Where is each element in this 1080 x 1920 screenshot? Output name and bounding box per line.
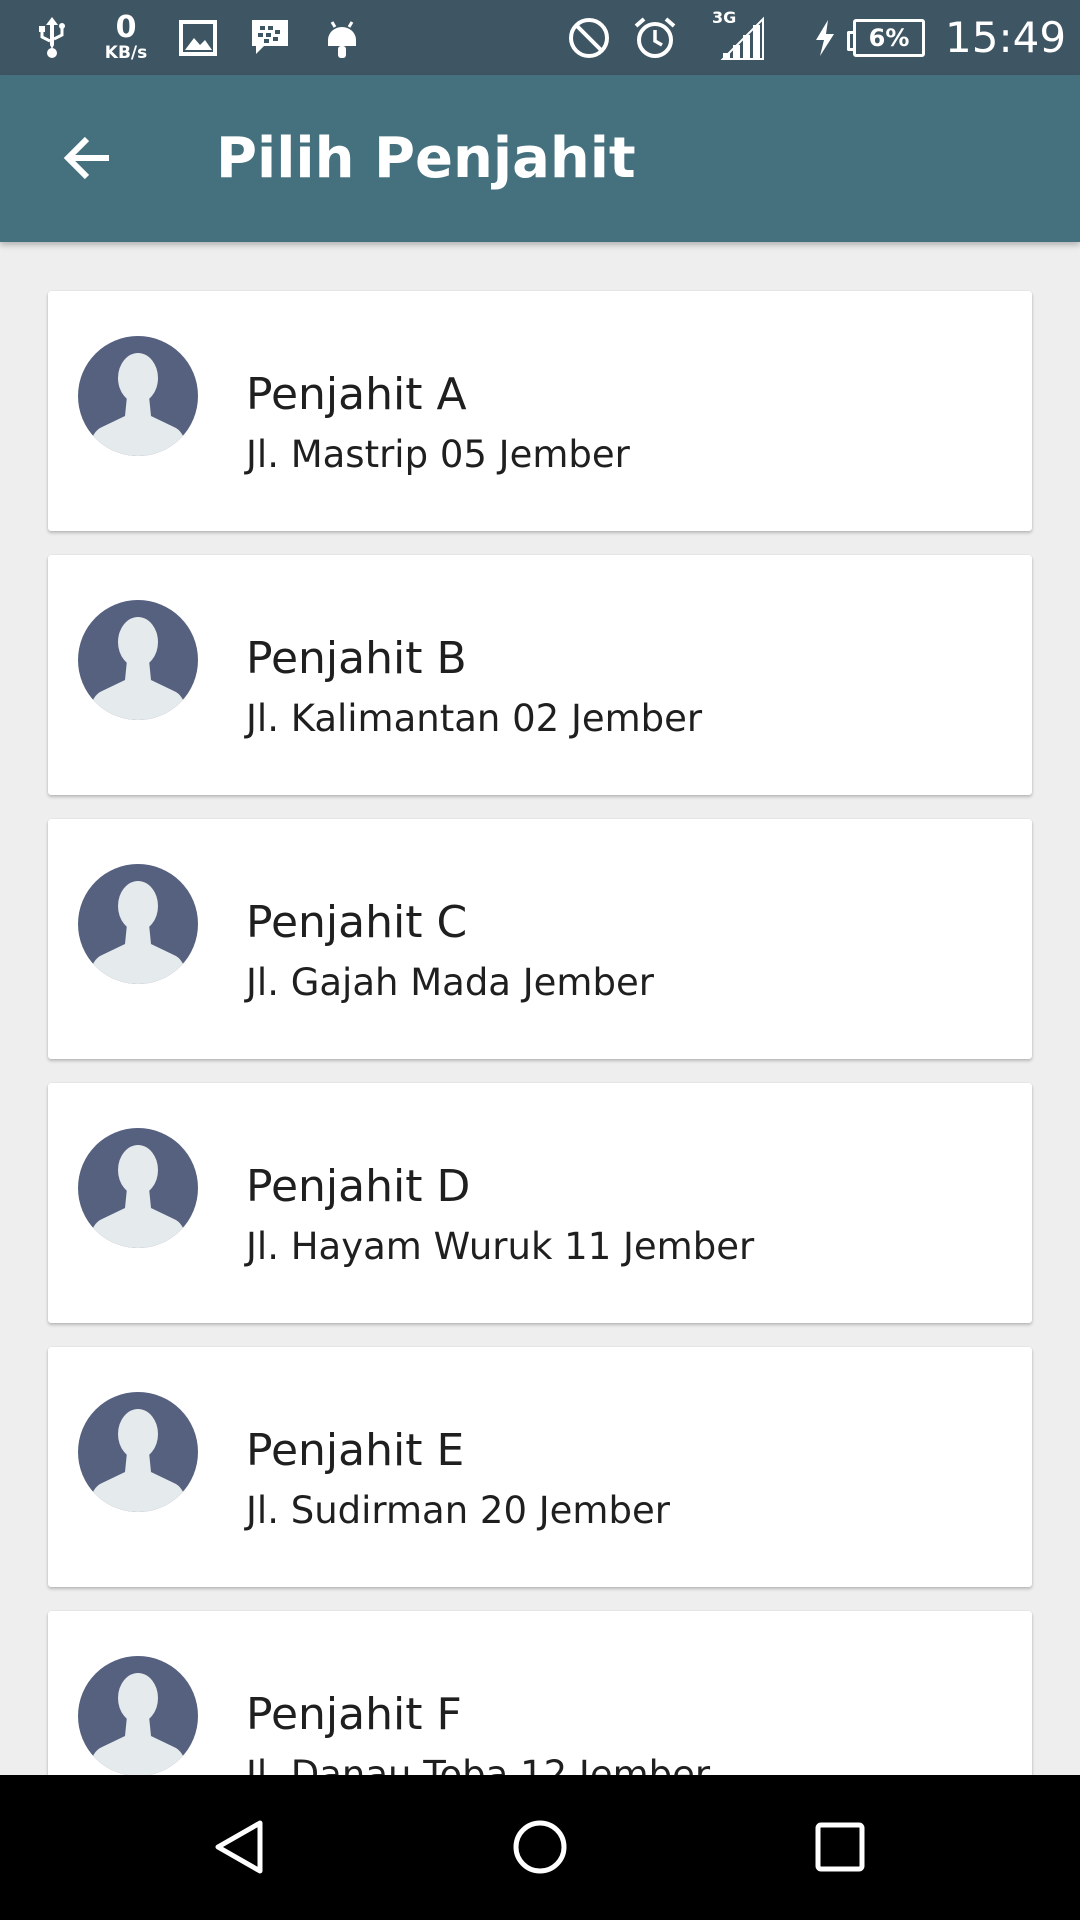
avatar-icon: [78, 1392, 198, 1512]
tailor-address: Jl. Kalimantan 02 Jember: [246, 697, 703, 740]
arrow-back-icon: [63, 136, 109, 180]
tailor-name: Penjahit E: [246, 1425, 465, 1476]
clock-time: 15:49: [945, 13, 1067, 62]
tailor-card-a[interactable]: Penjahit A Jl. Mastrip 05 Jember: [48, 291, 1032, 531]
tailor-name: Penjahit D: [246, 1161, 471, 1212]
do-not-disturb-icon: [566, 0, 612, 75]
avatar-icon: [78, 336, 198, 456]
tailor-card-b[interactable]: Penjahit B Jl. Kalimantan 02 Jember: [48, 555, 1032, 795]
tailor-name: Penjahit F: [246, 1689, 462, 1740]
status-bar: 0 KB/s 3G 6% 15:49: [0, 0, 1080, 75]
tailor-list: Penjahit A Jl. Mastrip 05 Jember Penjahi…: [0, 242, 1080, 1775]
data-rate-unit: KB/s: [104, 43, 148, 63]
tailor-address: Jl. Danau Toba 12 Jember: [246, 1753, 711, 1775]
charging-icon: [810, 0, 840, 75]
tailor-card-c[interactable]: Penjahit C Jl. Gajah Mada Jember: [48, 819, 1032, 1059]
tailor-address: Jl. Hayam Wuruk 11 Jember: [246, 1225, 755, 1268]
avatar-icon: [78, 1128, 198, 1248]
tailor-address: Jl. Sudirman 20 Jember: [246, 1489, 670, 1532]
battery-level: 6%: [868, 24, 910, 52]
recents-square-icon: [815, 1822, 865, 1872]
nav-back-button[interactable]: [190, 1797, 290, 1897]
alarm-icon: [632, 0, 678, 75]
usb-icon: [32, 0, 72, 75]
page-title: Pilih Penjahit: [216, 126, 636, 191]
tailor-card-e[interactable]: Penjahit E Jl. Sudirman 20 Jember: [48, 1347, 1032, 1587]
app-bar: Pilih Penjahit: [0, 75, 1080, 242]
data-rate-indicator: 0 KB/s: [98, 0, 154, 75]
navigation-bar: [0, 1775, 1080, 1920]
avatar-icon: [78, 1656, 198, 1775]
tailor-address: Jl. Gajah Mada Jember: [246, 961, 654, 1004]
bbm-icon: [246, 0, 294, 75]
back-triangle-icon: [215, 1820, 263, 1874]
tailor-card-f[interactable]: Penjahit F Jl. Danau Toba 12 Jember: [48, 1611, 1032, 1775]
tailor-name: Penjahit B: [246, 633, 467, 684]
nav-home-button[interactable]: [490, 1797, 590, 1897]
avatar-icon: [78, 600, 198, 720]
tailor-name: Penjahit C: [246, 897, 468, 948]
back-button[interactable]: [44, 115, 130, 201]
tailor-address: Jl. Mastrip 05 Jember: [246, 433, 630, 476]
android-icon: [322, 0, 362, 75]
signal-icon: [718, 0, 770, 75]
tailor-name: Penjahit A: [246, 369, 467, 420]
tailor-card-d[interactable]: Penjahit D Jl. Hayam Wuruk 11 Jember: [48, 1083, 1032, 1323]
data-rate-value: 0: [115, 10, 137, 45]
image-icon: [176, 0, 220, 75]
battery-icon: 6%: [847, 19, 925, 57]
avatar-icon: [78, 864, 198, 984]
home-circle-icon: [513, 1820, 567, 1874]
nav-recents-button[interactable]: [790, 1797, 890, 1897]
